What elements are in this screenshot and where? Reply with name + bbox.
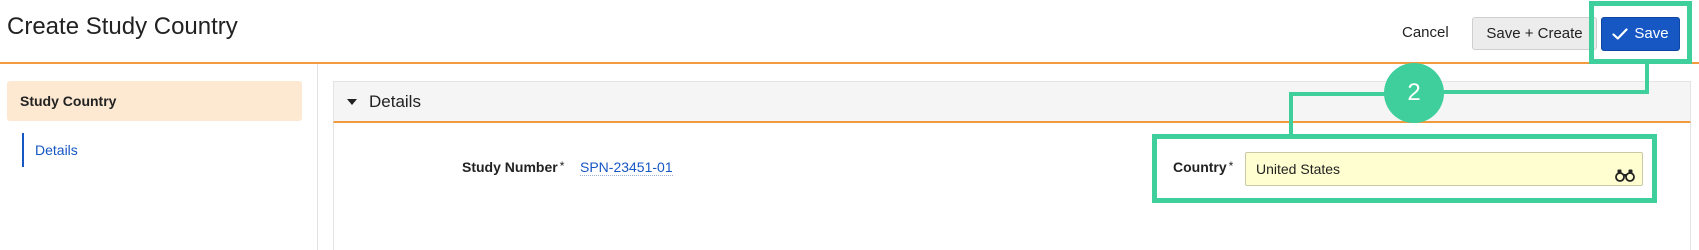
page: Create Study Country Cancel Save + Creat… xyxy=(0,0,1699,250)
details-section-header[interactable]: Details xyxy=(333,81,1691,123)
callout-connector xyxy=(1436,90,1649,94)
cancel-button[interactable]: Cancel xyxy=(1402,24,1449,41)
sidebar-item-details[interactable]: Details xyxy=(22,133,78,167)
study-number-link[interactable]: SPN-23451-01 xyxy=(580,159,673,176)
callout-connector xyxy=(1289,92,1293,136)
sidebar: Study Country Details xyxy=(0,64,318,250)
save-highlight-frame xyxy=(1589,1,1692,64)
required-marker: * xyxy=(559,159,565,173)
study-number-label-text: Study Number xyxy=(462,159,558,175)
save-create-button[interactable]: Save + Create xyxy=(1472,17,1597,50)
page-header: Create Study Country Cancel Save + Creat… xyxy=(0,0,1699,64)
sidebar-item-study-country[interactable]: Study Country xyxy=(7,81,302,121)
section-title: Details xyxy=(369,92,421,111)
study-number-label: Study Number * xyxy=(462,159,564,175)
caret-down-icon xyxy=(347,99,357,105)
step-number-badge: 2 xyxy=(1384,63,1444,123)
page-title: Create Study Country xyxy=(7,13,238,40)
country-highlight-frame xyxy=(1152,134,1657,203)
